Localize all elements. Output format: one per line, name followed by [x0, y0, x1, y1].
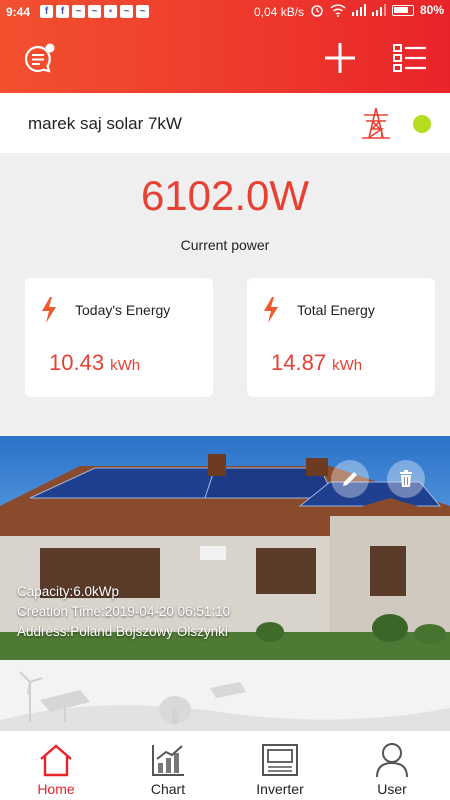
facebook-icon: f: [40, 5, 53, 18]
chart-icon: [152, 745, 184, 776]
plant-address: Address:Poland Bojszowy Olszynki: [17, 624, 228, 639]
tab-home[interactable]: Home: [0, 731, 112, 800]
landscape-illustration: [0, 671, 450, 730]
total-energy-unit: kWh: [332, 357, 363, 374]
battery-icon: [391, 4, 414, 16]
current-power-value: 6102.0W: [140, 172, 310, 219]
todays-energy-number: 10.43: [49, 350, 105, 375]
message-icon: [24, 43, 55, 73]
bottom-tab-bar: Home Chart Inverter User: [0, 730, 450, 800]
messenger-icon: ~: [120, 5, 133, 18]
plant-info: Capacity:6.0kWp Creation Time:2019-04-20…: [17, 582, 230, 642]
alarm-icon: [311, 5, 323, 17]
wifi-icon: [330, 3, 346, 17]
inverter-icon: [262, 744, 298, 776]
message-button[interactable]: [22, 42, 56, 76]
app-header: 9:44 f f ~ ~ ▪ ~ ~ 0,04 kB/s 80%: [0, 0, 450, 93]
app-icon: ▪: [104, 5, 117, 18]
plant-creation-time: Creation Time:2019-04-20 06:51:10: [17, 604, 231, 619]
facebook-icon: f: [56, 5, 69, 18]
plant-capacity: Capacity:6.0kWp: [17, 584, 120, 599]
tab-user-label: User: [377, 781, 407, 797]
status-indicators: 80%: [310, 3, 444, 17]
bolt-icon: [42, 297, 56, 323]
grid-tower-icon: [362, 107, 390, 139]
tab-home-label: Home: [37, 781, 75, 797]
plant-status-indicator: [413, 115, 431, 133]
status-bar: 9:44 f f ~ ~ ▪ ~ ~ 0,04 kB/s 80%: [0, 0, 450, 24]
total-energy-card: Total Energy 14.87 kWh: [247, 278, 435, 397]
trash-icon: [400, 470, 412, 487]
tab-chart[interactable]: Chart: [112, 731, 224, 800]
plus-icon: [325, 43, 355, 73]
total-energy-title: Total Energy: [297, 302, 375, 318]
todays-energy-value: 10.43 kWh: [49, 350, 140, 376]
tab-inverter[interactable]: Inverter: [224, 731, 336, 800]
add-plant-button[interactable]: [322, 40, 358, 76]
status-time: 9:44: [6, 5, 31, 19]
pencil-icon: [343, 472, 357, 486]
delete-button[interactable]: [387, 460, 425, 498]
todays-energy-title: Today's Energy: [75, 302, 171, 318]
home-icon: [40, 744, 72, 777]
messenger-icon: ~: [88, 5, 101, 18]
plant-list-button[interactable]: [392, 42, 428, 74]
notification-icons: f f ~ ~ ▪ ~ ~: [40, 5, 149, 18]
network-speed: 0,04 kB/s: [254, 5, 305, 19]
signal-icon: [371, 4, 386, 16]
messenger-icon: ~: [72, 5, 85, 18]
bolt-icon: [264, 297, 278, 323]
user-icon: [376, 743, 408, 778]
plant-name: marek saj solar 7kW: [28, 114, 182, 133]
list-icon: [393, 44, 426, 72]
todays-energy-card: Today's Energy 10.43 kWh: [25, 278, 213, 397]
current-power-label: Current power: [180, 237, 270, 253]
total-energy-value: 14.87 kWh: [271, 350, 362, 376]
tab-inverter-label: Inverter: [256, 781, 304, 797]
tab-user[interactable]: User: [336, 731, 448, 800]
edit-button[interactable]: [331, 460, 369, 498]
tab-chart-label: Chart: [150, 781, 186, 797]
signal-icon: [351, 4, 366, 16]
battery-percent: 80%: [419, 3, 444, 17]
total-energy-number: 14.87: [271, 350, 327, 375]
landscape-decoration: [0, 660, 450, 730]
todays-energy-unit: kWh: [110, 357, 141, 374]
messenger-icon: ~: [136, 5, 149, 18]
